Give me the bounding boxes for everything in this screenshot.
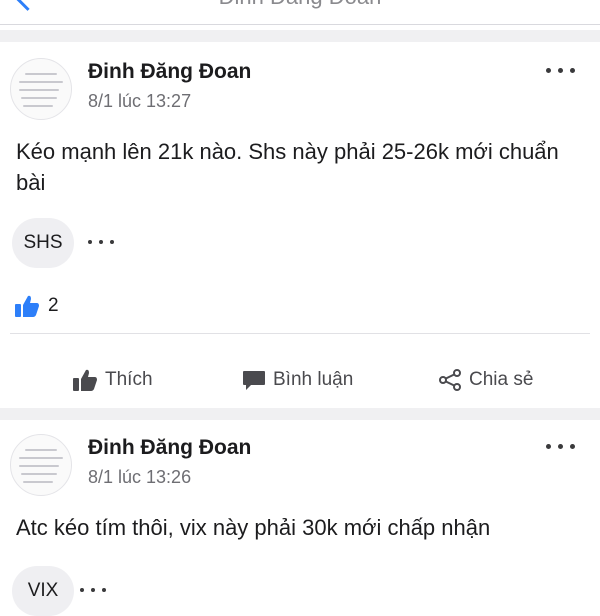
section-separator <box>0 30 600 42</box>
post-author[interactable]: Đinh Đăng Đoan <box>88 60 251 84</box>
like-count-value: 2 <box>48 295 59 316</box>
post-card: Đinh Đăng Đoan 8/1 lúc 13:26 Atc kéo tím… <box>0 420 600 616</box>
thumbs-up-icon <box>73 369 97 391</box>
like-button[interactable]: Thích <box>72 360 153 400</box>
post-actions-bar: Thích Bình luận Chia sẻ <box>0 360 600 400</box>
stock-tag-chip[interactable]: SHS <box>12 218 74 268</box>
more-options-icon[interactable] <box>546 64 578 76</box>
share-button[interactable]: Chia sẻ <box>438 360 533 400</box>
section-separator <box>0 408 600 420</box>
chip-more-icon[interactable] <box>80 586 110 594</box>
post-timestamp: 8/1 lúc 13:27 <box>88 91 192 111</box>
avatar[interactable] <box>10 434 72 496</box>
chip-more-icon[interactable] <box>88 238 118 246</box>
like-button-label: Thích <box>105 369 153 390</box>
page-title: Đinh Đăng Đoan <box>0 0 600 10</box>
share-button-label: Chia sẻ <box>469 369 534 390</box>
post-text: Kéo mạnh lên 21k nào. Shs này phải 25-26… <box>16 139 559 195</box>
post-author[interactable]: Đinh Đăng Đoan <box>88 436 251 460</box>
post-text: Atc kéo tím thôi, vix này phải 30k mới c… <box>16 515 491 540</box>
comment-button-label: Bình luận <box>273 369 354 390</box>
like-count[interactable]: 2 <box>14 294 59 318</box>
post-timestamp: 8/1 lúc 13:26 <box>88 467 192 487</box>
avatar[interactable] <box>10 58 72 120</box>
top-bar: Đinh Đăng Đoan <box>0 0 600 25</box>
more-options-icon[interactable] <box>546 440 578 452</box>
divider <box>10 333 590 334</box>
comment-button[interactable]: Bình luận <box>242 360 353 400</box>
comment-icon <box>243 371 265 390</box>
post-card: Đinh Đăng Đoan 8/1 lúc 13:27 Kéo mạnh lê… <box>0 42 600 408</box>
stock-tag-chip[interactable]: VIX <box>12 566 74 616</box>
thumbs-up-filled-icon <box>15 295 39 317</box>
share-icon <box>439 369 461 391</box>
